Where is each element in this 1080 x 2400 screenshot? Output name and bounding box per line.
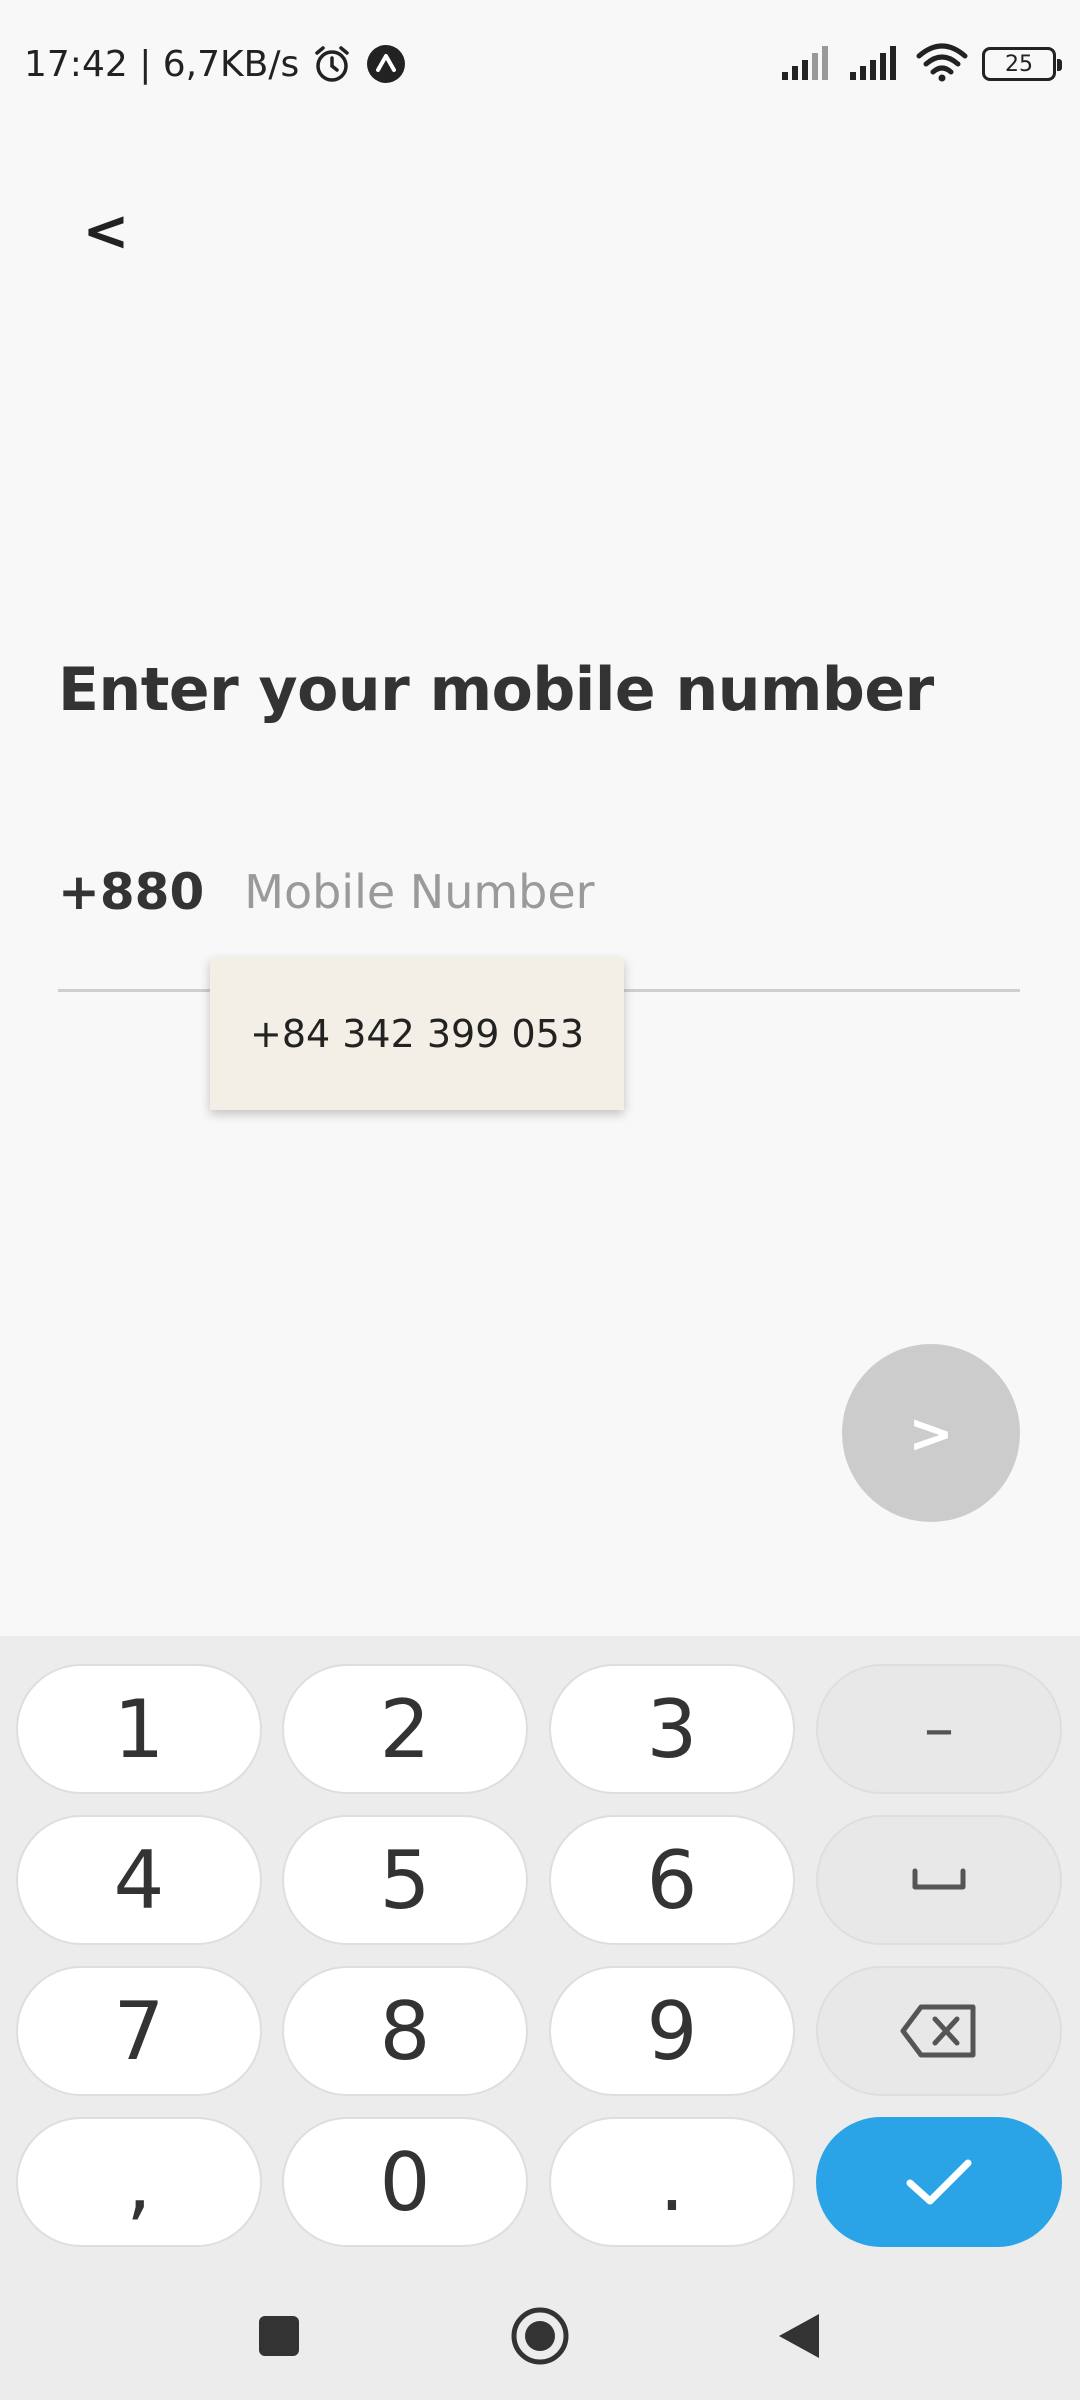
- up-arrow-badge-icon: [365, 43, 407, 85]
- back-button[interactable]: <: [76, 196, 136, 266]
- recents-square-icon[interactable]: [244, 2301, 314, 2371]
- navigation-bar: [0, 2272, 1080, 2400]
- battery-level: 25: [1005, 51, 1033, 77]
- key-2[interactable]: 2: [282, 1664, 528, 1794]
- signal-weak-icon: [780, 44, 834, 84]
- status-left: 17:42 | 6,7KB/s: [24, 43, 407, 85]
- back-triangle-icon[interactable]: [764, 2301, 834, 2371]
- key-4[interactable]: 4: [16, 1815, 262, 1945]
- signal-icon: [848, 44, 902, 84]
- next-button[interactable]: >: [842, 1344, 1020, 1522]
- country-code[interactable]: +880: [58, 863, 204, 921]
- wifi-icon: [916, 42, 968, 86]
- phone-input-row: +880: [58, 852, 1020, 932]
- status-right: 25: [780, 42, 1062, 86]
- key-1[interactable]: 1: [16, 1664, 262, 1794]
- mobile-number-input[interactable]: [244, 865, 1020, 919]
- home-circle-icon[interactable]: [505, 2301, 575, 2371]
- screen: 17:42 | 6,7KB/s 25 < Enter your mobile n…: [0, 0, 1080, 2400]
- backspace-icon: [900, 2004, 976, 2058]
- autofill-suggestion[interactable]: +84 342 399 053: [210, 958, 624, 1110]
- key-5[interactable]: 5: [282, 1815, 528, 1945]
- status-bar: 17:42 | 6,7KB/s 25: [0, 0, 1080, 128]
- key-period[interactable]: .: [549, 2117, 795, 2247]
- key-comma[interactable]: ,: [16, 2117, 262, 2247]
- space-icon: [912, 1868, 966, 1890]
- key-dash[interactable]: –: [816, 1664, 1062, 1794]
- key-8[interactable]: 8: [282, 1966, 528, 2096]
- battery-icon: 25: [982, 47, 1062, 81]
- key-done[interactable]: [816, 2117, 1062, 2247]
- key-space[interactable]: [816, 1815, 1062, 1945]
- key-7[interactable]: 7: [16, 1966, 262, 2096]
- alarm-icon: [311, 43, 353, 85]
- key-0[interactable]: 0: [282, 2117, 528, 2247]
- check-icon: [906, 2159, 972, 2205]
- page-title: Enter your mobile number: [58, 655, 934, 725]
- key-9[interactable]: 9: [549, 1966, 795, 2096]
- time-speed-text: 17:42 | 6,7KB/s: [24, 43, 300, 85]
- key-3[interactable]: 3: [549, 1664, 795, 1794]
- key-backspace[interactable]: [816, 1966, 1062, 2096]
- key-6[interactable]: 6: [549, 1815, 795, 1945]
